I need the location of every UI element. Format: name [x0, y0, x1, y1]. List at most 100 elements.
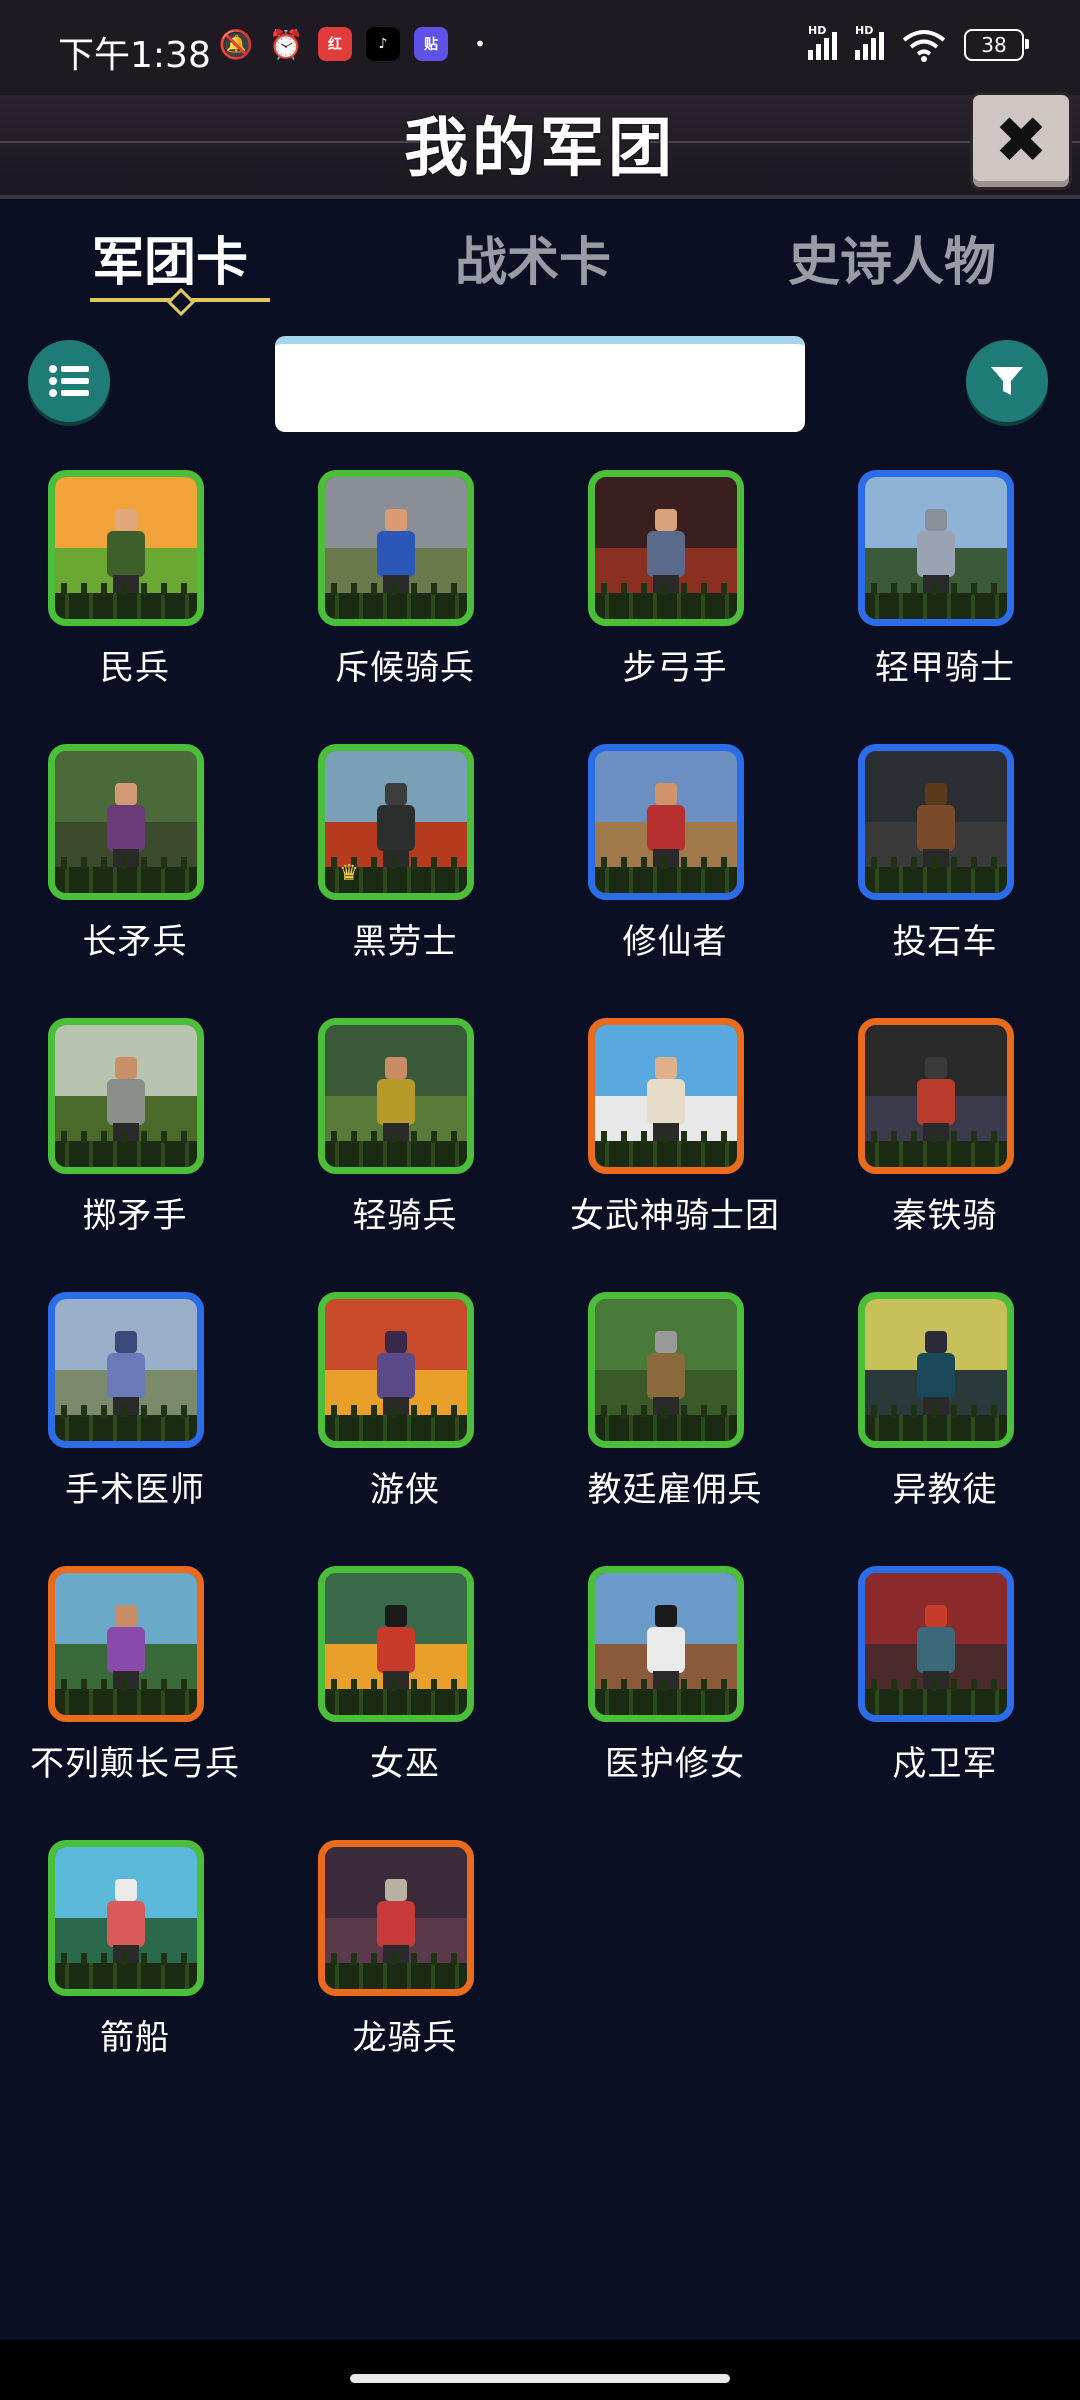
unit-name: 掷矛手	[82, 1196, 188, 1236]
portrait-grass-border	[595, 1131, 737, 1167]
unit-name: 黑劳士	[352, 922, 458, 962]
portrait-grass-border	[325, 1405, 467, 1441]
unit-name: 女武神骑士团	[570, 1196, 780, 1236]
unit-portrait	[48, 744, 204, 900]
unit-art	[865, 1025, 1007, 1167]
unit-art	[325, 1573, 467, 1715]
unit-name: 箭船	[100, 2018, 170, 2058]
unit-name: 修仙者	[622, 922, 728, 962]
unit-card[interactable]: 轻甲骑士	[825, 470, 1065, 710]
unit-card[interactable]: 游侠	[285, 1292, 525, 1532]
unit-card[interactable]: 女武神骑士团	[555, 1018, 795, 1258]
portrait-grass-border	[55, 857, 197, 893]
unit-art	[325, 477, 467, 619]
unit-card[interactable]: 女巫	[285, 1566, 525, 1806]
portrait-grass-border	[325, 1953, 467, 1989]
unit-art	[55, 477, 197, 619]
tab-epic-characters[interactable]: 史诗人物	[788, 220, 996, 295]
unit-art	[55, 751, 197, 893]
portrait-grass-border	[325, 1131, 467, 1167]
unit-card[interactable]: ♛ 黑劳士	[285, 744, 525, 984]
unit-portrait: ♛	[318, 744, 474, 900]
unit-art	[55, 1299, 197, 1441]
unit-portrait	[48, 470, 204, 626]
unit-name: 异教徒	[892, 1470, 998, 1510]
portrait-grass-border	[55, 1131, 197, 1167]
unit-portrait	[858, 1566, 1014, 1722]
app-notification-icon: 红	[318, 27, 352, 61]
unit-card[interactable]: 不列颠长弓兵	[15, 1566, 255, 1806]
unit-card[interactable]: 箭船	[15, 1840, 255, 2080]
portrait-grass-border	[865, 1679, 1007, 1715]
unit-portrait	[48, 1018, 204, 1174]
unit-art	[595, 477, 737, 619]
unit-card[interactable]: 修仙者	[555, 744, 795, 984]
unit-card[interactable]: 投石车	[825, 744, 1065, 984]
unit-name: 斥候骑兵	[335, 648, 475, 688]
unit-portrait	[858, 1292, 1014, 1448]
unit-card[interactable]: 长矛兵	[15, 744, 255, 984]
unit-art	[325, 1847, 467, 1989]
battery-level: 38	[981, 33, 1007, 57]
unit-portrait	[318, 1566, 474, 1722]
header: 我的军团	[0, 95, 1080, 199]
app-notification-icon: 贴	[414, 27, 448, 61]
unit-name: 步弓手	[622, 648, 728, 688]
unit-card[interactable]: 教廷雇佣兵	[555, 1292, 795, 1532]
unit-card[interactable]: 手术医师	[15, 1292, 255, 1532]
portrait-grass-border	[595, 1405, 737, 1441]
unit-card[interactable]: 秦铁骑	[825, 1018, 1065, 1258]
unit-portrait	[858, 470, 1014, 626]
unit-art: ♛	[325, 751, 467, 893]
unit-card[interactable]: 步弓手	[555, 470, 795, 710]
tab-tactic-cards[interactable]: 战术卡	[455, 220, 611, 295]
status-bar: 下午1:38 🔕 ⏰ 红 ♪ 贴 • HD HD 38	[0, 0, 1080, 95]
unit-portrait	[588, 1566, 744, 1722]
unit-card[interactable]: 轻骑兵	[285, 1018, 525, 1258]
close-button[interactable]: ✖	[970, 92, 1072, 190]
unit-card[interactable]: 医护修女	[555, 1566, 795, 1806]
status-time: 下午1:38	[58, 35, 211, 76]
home-indicator[interactable]	[350, 2374, 730, 2383]
signal-icon: HD	[808, 24, 837, 60]
search-input[interactable]	[275, 336, 805, 432]
dot-icon: •	[474, 32, 486, 56]
unit-portrait	[318, 470, 474, 626]
unit-name: 教廷雇佣兵	[587, 1470, 763, 1510]
unit-name: 女巫	[370, 1744, 440, 1784]
list-view-button[interactable]	[28, 340, 110, 422]
unit-card[interactable]: 掷矛手	[15, 1018, 255, 1258]
unit-name: 戍卫军	[892, 1744, 998, 1784]
wifi-icon	[902, 30, 946, 62]
unit-card[interactable]: 龙骑兵	[285, 1840, 525, 2080]
unit-art	[865, 751, 1007, 893]
unit-card[interactable]: 戍卫军	[825, 1566, 1065, 1806]
unit-card[interactable]: 斥候骑兵	[285, 470, 525, 710]
crown-icon: ♛	[339, 861, 359, 886]
unit-portrait	[858, 1018, 1014, 1174]
unit-name: 轻骑兵	[352, 1196, 458, 1236]
unit-portrait	[318, 1018, 474, 1174]
unit-art	[595, 1299, 737, 1441]
unit-name: 轻甲骑士	[875, 648, 1015, 688]
unit-art	[55, 1025, 197, 1167]
unit-card[interactable]: 民兵	[15, 470, 255, 710]
mute-icon: 🔕	[218, 27, 254, 61]
unit-art	[865, 1573, 1007, 1715]
unit-art	[325, 1025, 467, 1167]
filter-button[interactable]	[966, 340, 1048, 422]
close-icon: ✖	[994, 104, 1048, 178]
unit-art	[595, 1025, 737, 1167]
unit-card[interactable]: 异教徒	[825, 1292, 1065, 1532]
unit-name: 医护修女	[605, 1744, 745, 1784]
signal-icon: HD	[855, 24, 884, 60]
unit-portrait	[588, 744, 744, 900]
portrait-grass-border	[325, 1679, 467, 1715]
unit-portrait	[48, 1292, 204, 1448]
unit-art	[55, 1847, 197, 1989]
tab-legion-cards[interactable]: 军团卡	[92, 220, 248, 295]
portrait-grass-border	[55, 583, 197, 619]
alarm-icon: ⏰	[268, 27, 304, 61]
status-right: HD HD 38	[808, 24, 1029, 62]
tab-bar: 军团卡 战术卡 史诗人物	[0, 210, 1080, 320]
